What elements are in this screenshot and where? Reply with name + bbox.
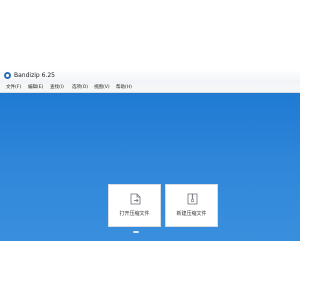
new-archive-button[interactable]: 新建压缩文件 bbox=[165, 184, 218, 227]
menu-help[interactable]: 帮助(H) bbox=[116, 84, 132, 91]
collapse-handle[interactable] bbox=[133, 231, 139, 233]
window-title: Bandizip 6.25 bbox=[14, 72, 55, 79]
menu-bar: 文件(F) 编辑(E) 查找(I) 选项(O) 视图(V) 帮助(H) bbox=[0, 83, 300, 93]
open-archive-button[interactable]: 打开压缩文件 bbox=[108, 184, 161, 227]
menu-view[interactable]: 视图(V) bbox=[94, 84, 110, 91]
new-archive-icon bbox=[187, 193, 198, 205]
menu-find[interactable]: 查找(I) bbox=[50, 84, 64, 91]
menu-file[interactable]: 文件(F) bbox=[6, 84, 21, 91]
open-archive-icon bbox=[130, 193, 141, 205]
new-archive-label: 新建压缩文件 bbox=[176, 211, 207, 217]
open-archive-label: 打开压缩文件 bbox=[119, 211, 150, 217]
main-area: 打开压缩文件 新建压缩文件 bbox=[0, 93, 300, 241]
title-bar: Bandizip 6.25 bbox=[0, 69, 300, 83]
menu-edit[interactable]: 编辑(E) bbox=[28, 84, 43, 91]
menu-options[interactable]: 选项(O) bbox=[72, 84, 88, 91]
bandizip-icon bbox=[4, 72, 11, 79]
bandizip-window: Bandizip 6.25 文件(F) 编辑(E) 查找(I) 选项(O) 视图… bbox=[0, 69, 300, 241]
